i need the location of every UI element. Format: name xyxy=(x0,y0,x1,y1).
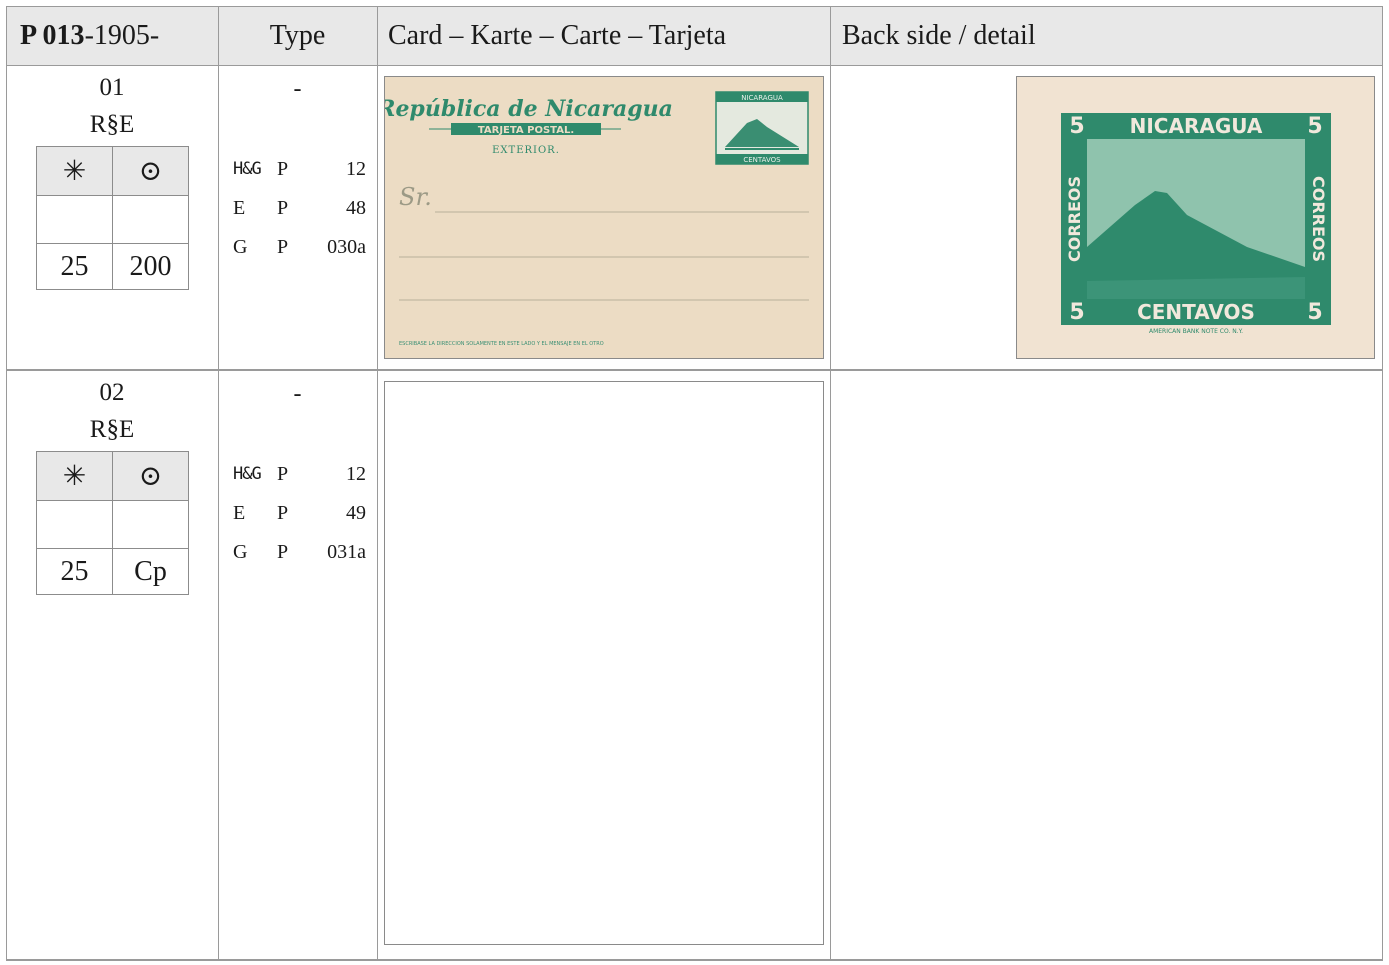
detail-printer: AMERICAN BANK NOTE CO. N.Y. xyxy=(1149,328,1243,335)
catalog-ref: G P 030a xyxy=(233,236,366,258)
card-footer: ESCRIBASE LA DIRECCION SOLAMENTE EN ESTE… xyxy=(399,341,604,347)
catalog-ref: G P 031a xyxy=(233,541,366,563)
card-addressee: Sr. xyxy=(399,183,432,211)
card-banner: TARJETA POSTAL. xyxy=(478,125,574,136)
detail-country: NICARAGUA xyxy=(1130,114,1263,138)
row-number: 01 xyxy=(99,74,125,101)
svg-text:CENTAVOS: CENTAVOS xyxy=(743,156,781,164)
detail-denom-br: 5 xyxy=(1307,300,1322,325)
grid-bottom xyxy=(6,959,1383,961)
type-value: - xyxy=(293,381,302,407)
mint-icon: ✳ xyxy=(36,146,113,196)
grid-right xyxy=(1382,6,1383,961)
price-mint: 25 xyxy=(36,243,113,290)
price-table: ✳ ⊙ 25 200 xyxy=(36,146,189,290)
row-code: R§E xyxy=(89,416,135,443)
grid-left xyxy=(6,6,7,961)
card-subtitle: EXTERIOR. xyxy=(492,145,560,156)
catalog-ref: H&G P 12 xyxy=(233,158,366,180)
row-code: R§E xyxy=(89,111,135,138)
price-cell xyxy=(36,195,113,244)
detail-value: CENTAVOS xyxy=(1137,300,1255,324)
price-cell xyxy=(112,500,189,549)
detail-side-left: CORREOS xyxy=(1065,176,1084,262)
detail-denom-tl: 5 xyxy=(1069,114,1084,139)
header-catalog-id: P 013-1905- xyxy=(20,20,160,51)
catalog-refs: H&G P 12 E P 49 G P 031a xyxy=(233,461,366,578)
type-value: - xyxy=(293,76,302,102)
price-mint: 25 xyxy=(36,548,113,595)
price-table: ✳ ⊙ 25 Cp xyxy=(36,451,189,595)
svg-text:NICARAGUA: NICARAGUA xyxy=(741,94,783,102)
catalog-ref: E P 49 xyxy=(233,502,366,524)
detail-side-right: CORREOS xyxy=(1309,176,1328,262)
used-icon: ⊙ xyxy=(112,451,189,501)
detail-denom-bl: 5 xyxy=(1069,300,1084,325)
price-cell xyxy=(36,500,113,549)
grid-col-4 xyxy=(830,6,831,961)
card-stamp: NICARAGUA CENTAVOS xyxy=(715,91,809,165)
mint-icon: ✳ xyxy=(36,451,113,501)
price-used: 200 xyxy=(112,243,189,290)
postal-card-image: República de Nicaragua TARJETA POSTAL. E… xyxy=(384,76,824,359)
price-cell xyxy=(112,195,189,244)
card-image-placeholder xyxy=(384,381,824,945)
header-type: Type xyxy=(269,20,326,51)
used-icon: ⊙ xyxy=(112,146,189,196)
header-back-side: Back side / detail xyxy=(842,20,1036,51)
detail-denom-tr: 5 xyxy=(1307,114,1322,139)
price-used: Cp xyxy=(112,548,189,595)
grid-col-2 xyxy=(218,6,219,961)
grid-header-bottom xyxy=(6,65,1383,66)
grid-col-3 xyxy=(377,6,378,961)
catalog-ref: H&G P 12 xyxy=(233,463,366,485)
header-card: Card – Karte – Carte – Tarjeta xyxy=(388,20,727,51)
stamp-detail-image: NICARAGUA CENTAVOS 5 5 5 5 CORREOS CORRE… xyxy=(1016,76,1375,359)
grid-row-divider xyxy=(6,369,1383,371)
catalog-refs: H&G P 12 E P 48 G P 030a xyxy=(233,156,366,273)
row-number: 02 xyxy=(99,379,125,406)
card-title: República de Nicaragua xyxy=(385,96,673,122)
catalog-ref: E P 48 xyxy=(233,197,366,219)
